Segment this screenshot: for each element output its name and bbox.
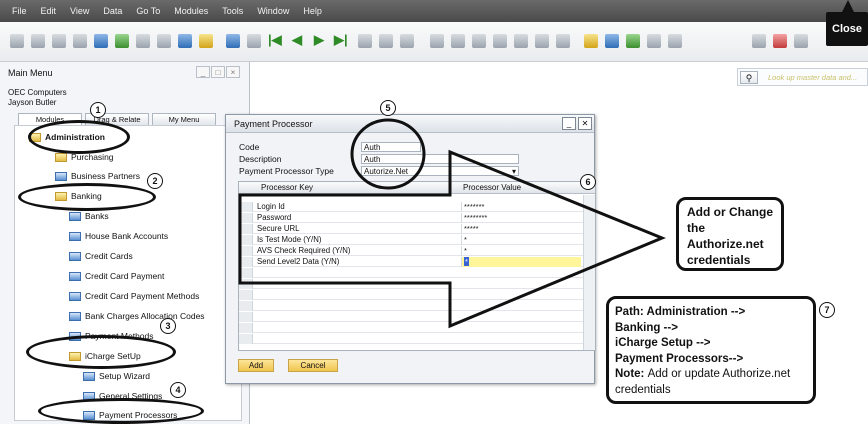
big-arrow-shape: [238, 149, 666, 329]
path-line-3: iCharge Setup -->: [615, 337, 711, 349]
note-label: Note:: [615, 368, 645, 380]
callout-credentials: Add or Change the Authorize.net credenti…: [676, 197, 784, 271]
note-line: Note: Add or update Authorize.net creden…: [615, 367, 807, 398]
step-badge-6: 6: [580, 174, 596, 190]
step-badge-1: 1: [90, 102, 106, 118]
step-badge-5: 5: [380, 100, 396, 116]
step-badge-4: 4: [170, 382, 186, 398]
oval-banking: [18, 183, 156, 211]
path-line-4: Payment Processors-->: [615, 352, 744, 365]
path-line-1: Path: Administration -->: [615, 306, 746, 318]
oval-administration: [28, 120, 130, 154]
callout-path: Path: Administration --> Banking --> iCh…: [606, 296, 816, 404]
step-badge-3: 3: [160, 318, 176, 334]
step-badge-7: 7: [819, 302, 835, 318]
oval-payment-processors: [38, 398, 204, 424]
path-line-2: Banking -->: [615, 321, 678, 334]
step-badge-2: 2: [147, 173, 163, 189]
circle-code-fields: [350, 118, 426, 190]
oval-icharge-setup: [26, 335, 176, 369]
